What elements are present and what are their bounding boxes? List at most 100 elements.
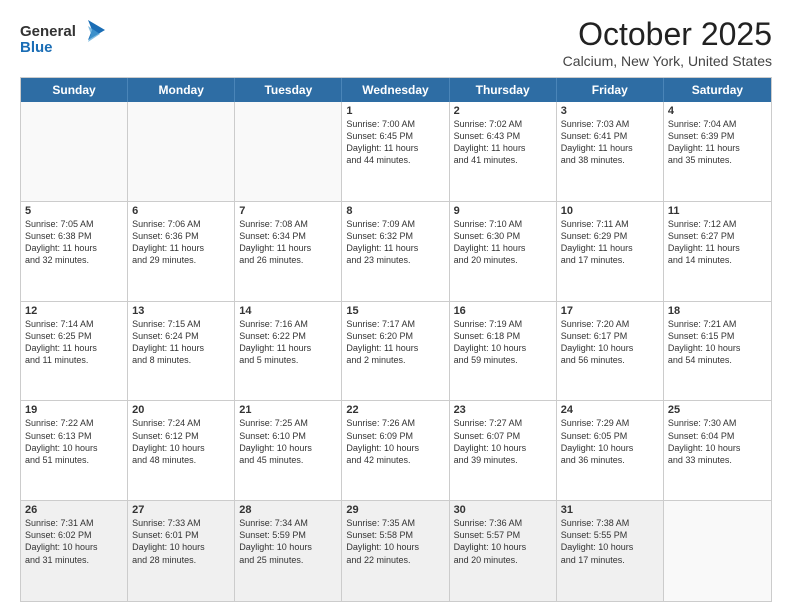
day-number: 27 (132, 504, 230, 516)
day-info: Sunrise: 7:06 AM Sunset: 6:36 PM Dayligh… (132, 218, 230, 267)
calendar: SundayMondayTuesdayWednesdayThursdayFrid… (20, 77, 772, 602)
calendar-cell: 6Sunrise: 7:06 AM Sunset: 6:36 PM Daylig… (128, 202, 235, 301)
day-info: Sunrise: 7:02 AM Sunset: 6:43 PM Dayligh… (454, 118, 552, 167)
calendar-cell: 23Sunrise: 7:27 AM Sunset: 6:07 PM Dayli… (450, 401, 557, 500)
day-info: Sunrise: 7:27 AM Sunset: 6:07 PM Dayligh… (454, 417, 552, 466)
calendar-header: SundayMondayTuesdayWednesdayThursdayFrid… (21, 78, 771, 102)
title-area: October 2025 Calcium, New York, United S… (563, 16, 772, 69)
day-info: Sunrise: 7:17 AM Sunset: 6:20 PM Dayligh… (346, 318, 444, 367)
day-info: Sunrise: 7:03 AM Sunset: 6:41 PM Dayligh… (561, 118, 659, 167)
weekday-header: Monday (128, 78, 235, 102)
day-info: Sunrise: 7:25 AM Sunset: 6:10 PM Dayligh… (239, 417, 337, 466)
calendar-cell: 21Sunrise: 7:25 AM Sunset: 6:10 PM Dayli… (235, 401, 342, 500)
day-info: Sunrise: 7:00 AM Sunset: 6:45 PM Dayligh… (346, 118, 444, 167)
day-info: Sunrise: 7:08 AM Sunset: 6:34 PM Dayligh… (239, 218, 337, 267)
calendar-cell: 3Sunrise: 7:03 AM Sunset: 6:41 PM Daylig… (557, 102, 664, 201)
calendar-cell: 5Sunrise: 7:05 AM Sunset: 6:38 PM Daylig… (21, 202, 128, 301)
calendar-cell: 18Sunrise: 7:21 AM Sunset: 6:15 PM Dayli… (664, 302, 771, 401)
calendar-cell: 16Sunrise: 7:19 AM Sunset: 6:18 PM Dayli… (450, 302, 557, 401)
day-number: 4 (668, 105, 767, 117)
calendar-cell: 29Sunrise: 7:35 AM Sunset: 5:58 PM Dayli… (342, 501, 449, 601)
day-number: 8 (346, 205, 444, 217)
header: General Blue October 2025 Calcium, New Y… (20, 16, 772, 69)
calendar-cell: 20Sunrise: 7:24 AM Sunset: 6:12 PM Dayli… (128, 401, 235, 500)
day-info: Sunrise: 7:34 AM Sunset: 5:59 PM Dayligh… (239, 517, 337, 566)
day-number: 7 (239, 205, 337, 217)
day-info: Sunrise: 7:26 AM Sunset: 6:09 PM Dayligh… (346, 417, 444, 466)
calendar-cell: 13Sunrise: 7:15 AM Sunset: 6:24 PM Dayli… (128, 302, 235, 401)
day-number: 19 (25, 404, 123, 416)
day-info: Sunrise: 7:31 AM Sunset: 6:02 PM Dayligh… (25, 517, 123, 566)
calendar-cell: 17Sunrise: 7:20 AM Sunset: 6:17 PM Dayli… (557, 302, 664, 401)
day-number: 20 (132, 404, 230, 416)
calendar-cell (21, 102, 128, 201)
logo: General Blue (20, 16, 110, 65)
day-info: Sunrise: 7:15 AM Sunset: 6:24 PM Dayligh… (132, 318, 230, 367)
calendar-cell (664, 501, 771, 601)
day-number: 30 (454, 504, 552, 516)
weekday-header: Wednesday (342, 78, 449, 102)
month-title: October 2025 (563, 16, 772, 53)
day-number: 17 (561, 305, 659, 317)
calendar-body: 1Sunrise: 7:00 AM Sunset: 6:45 PM Daylig… (21, 102, 771, 601)
day-number: 23 (454, 404, 552, 416)
calendar-row: 1Sunrise: 7:00 AM Sunset: 6:45 PM Daylig… (21, 102, 771, 202)
day-info: Sunrise: 7:33 AM Sunset: 6:01 PM Dayligh… (132, 517, 230, 566)
day-number: 10 (561, 205, 659, 217)
day-info: Sunrise: 7:10 AM Sunset: 6:30 PM Dayligh… (454, 218, 552, 267)
day-number: 15 (346, 305, 444, 317)
svg-text:Blue: Blue (20, 39, 53, 56)
calendar-cell: 9Sunrise: 7:10 AM Sunset: 6:30 PM Daylig… (450, 202, 557, 301)
day-info: Sunrise: 7:24 AM Sunset: 6:12 PM Dayligh… (132, 417, 230, 466)
calendar-cell: 4Sunrise: 7:04 AM Sunset: 6:39 PM Daylig… (664, 102, 771, 201)
calendar-cell (128, 102, 235, 201)
day-info: Sunrise: 7:04 AM Sunset: 6:39 PM Dayligh… (668, 118, 767, 167)
calendar-cell: 28Sunrise: 7:34 AM Sunset: 5:59 PM Dayli… (235, 501, 342, 601)
calendar-cell: 22Sunrise: 7:26 AM Sunset: 6:09 PM Dayli… (342, 401, 449, 500)
day-number: 13 (132, 305, 230, 317)
calendar-cell: 26Sunrise: 7:31 AM Sunset: 6:02 PM Dayli… (21, 501, 128, 601)
calendar-cell: 24Sunrise: 7:29 AM Sunset: 6:05 PM Dayli… (557, 401, 664, 500)
day-number: 31 (561, 504, 659, 516)
calendar-cell: 27Sunrise: 7:33 AM Sunset: 6:01 PM Dayli… (128, 501, 235, 601)
day-number: 14 (239, 305, 337, 317)
day-info: Sunrise: 7:29 AM Sunset: 6:05 PM Dayligh… (561, 417, 659, 466)
calendar-cell: 31Sunrise: 7:38 AM Sunset: 5:55 PM Dayli… (557, 501, 664, 601)
day-info: Sunrise: 7:05 AM Sunset: 6:38 PM Dayligh… (25, 218, 123, 267)
day-info: Sunrise: 7:09 AM Sunset: 6:32 PM Dayligh… (346, 218, 444, 267)
weekday-header: Sunday (21, 78, 128, 102)
day-info: Sunrise: 7:14 AM Sunset: 6:25 PM Dayligh… (25, 318, 123, 367)
day-number: 11 (668, 205, 767, 217)
calendar-cell: 25Sunrise: 7:30 AM Sunset: 6:04 PM Dayli… (664, 401, 771, 500)
day-number: 22 (346, 404, 444, 416)
weekday-header: Saturday (664, 78, 771, 102)
calendar-row: 19Sunrise: 7:22 AM Sunset: 6:13 PM Dayli… (21, 401, 771, 501)
calendar-cell: 12Sunrise: 7:14 AM Sunset: 6:25 PM Dayli… (21, 302, 128, 401)
calendar-cell: 8Sunrise: 7:09 AM Sunset: 6:32 PM Daylig… (342, 202, 449, 301)
calendar-cell: 1Sunrise: 7:00 AM Sunset: 6:45 PM Daylig… (342, 102, 449, 201)
calendar-cell: 11Sunrise: 7:12 AM Sunset: 6:27 PM Dayli… (664, 202, 771, 301)
calendar-cell: 15Sunrise: 7:17 AM Sunset: 6:20 PM Dayli… (342, 302, 449, 401)
calendar-row: 5Sunrise: 7:05 AM Sunset: 6:38 PM Daylig… (21, 202, 771, 302)
day-number: 6 (132, 205, 230, 217)
day-number: 24 (561, 404, 659, 416)
day-info: Sunrise: 7:35 AM Sunset: 5:58 PM Dayligh… (346, 517, 444, 566)
location: Calcium, New York, United States (563, 53, 772, 69)
logo-area: General Blue (20, 16, 110, 65)
svg-text:General: General (20, 23, 76, 40)
calendar-cell: 19Sunrise: 7:22 AM Sunset: 6:13 PM Dayli… (21, 401, 128, 500)
day-number: 18 (668, 305, 767, 317)
day-info: Sunrise: 7:16 AM Sunset: 6:22 PM Dayligh… (239, 318, 337, 367)
day-number: 2 (454, 105, 552, 117)
weekday-header: Tuesday (235, 78, 342, 102)
day-number: 25 (668, 404, 767, 416)
weekday-header: Friday (557, 78, 664, 102)
calendar-cell: 14Sunrise: 7:16 AM Sunset: 6:22 PM Dayli… (235, 302, 342, 401)
day-info: Sunrise: 7:38 AM Sunset: 5:55 PM Dayligh… (561, 517, 659, 566)
day-number: 21 (239, 404, 337, 416)
day-number: 29 (346, 504, 444, 516)
day-number: 5 (25, 205, 123, 217)
day-number: 9 (454, 205, 552, 217)
calendar-cell: 7Sunrise: 7:08 AM Sunset: 6:34 PM Daylig… (235, 202, 342, 301)
day-info: Sunrise: 7:19 AM Sunset: 6:18 PM Dayligh… (454, 318, 552, 367)
